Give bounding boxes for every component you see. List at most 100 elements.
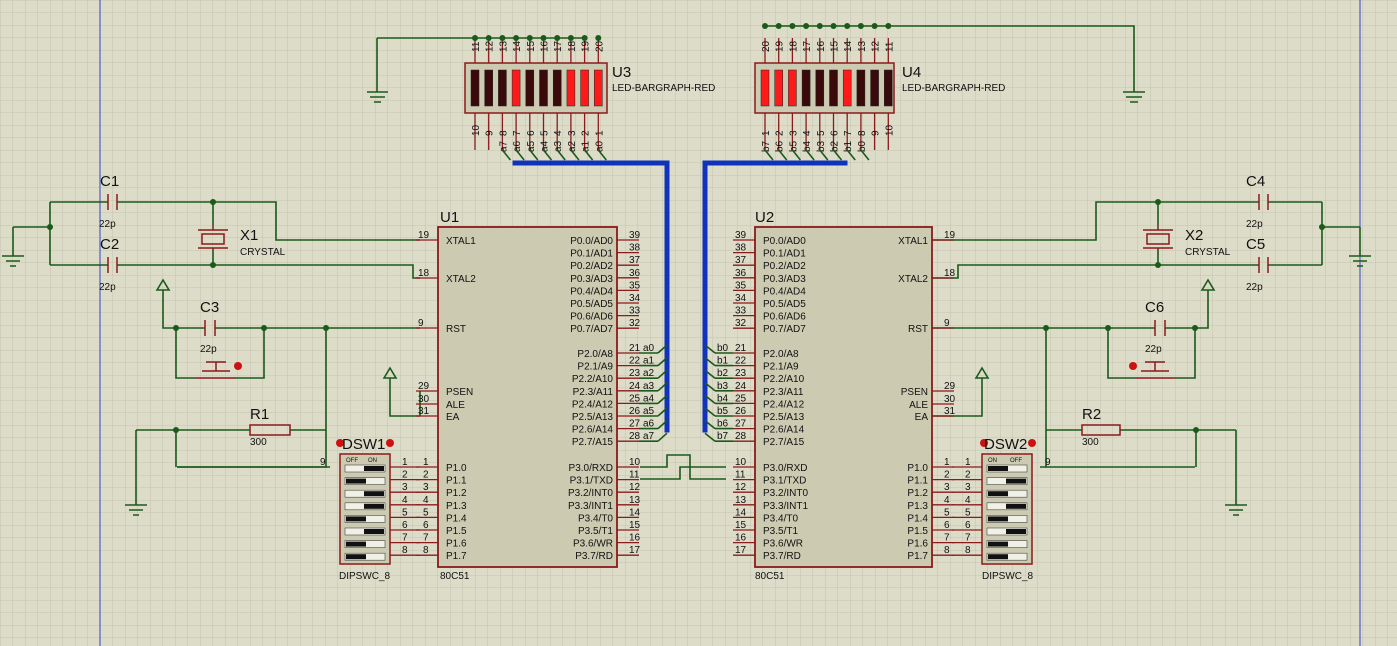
u4-pin-number: 18 bbox=[788, 40, 799, 52]
dsw2-switch-knob[interactable] bbox=[1006, 503, 1026, 509]
u3-pin-number: 11 bbox=[471, 41, 482, 52]
u3-pin-number: 14 bbox=[512, 40, 523, 52]
dsw2-pin-number: 8 bbox=[965, 545, 971, 556]
u3-pin-number: 20 bbox=[594, 40, 605, 52]
net-label-a: a3 bbox=[643, 381, 655, 392]
u3-pin-number: 4 bbox=[553, 130, 564, 136]
u2-pin-label: P3.3/INT1 bbox=[763, 501, 808, 512]
u3-led-segment bbox=[580, 69, 589, 107]
u1-pin-number: 39 bbox=[629, 230, 641, 241]
dsw1-switch-knob[interactable] bbox=[364, 503, 384, 509]
dsw2-switch-knob[interactable] bbox=[1006, 478, 1026, 484]
u1-pin-label: PSEN bbox=[446, 387, 473, 398]
button-active-icon bbox=[1129, 362, 1137, 370]
dsw2-ref: DSW2 bbox=[984, 436, 1027, 453]
dsw1-on-label: ON bbox=[368, 458, 377, 464]
u1-pin-number: 29 bbox=[418, 381, 430, 392]
u2-pin-label: P1.0 bbox=[907, 463, 928, 474]
x1-type: CRYSTAL bbox=[240, 247, 286, 258]
dsw1-switch-knob[interactable] bbox=[346, 516, 366, 522]
u1-pin-label: P1.0 bbox=[446, 463, 467, 474]
dsw2-switch-knob[interactable] bbox=[988, 491, 1008, 497]
dsw2-switch-knob[interactable] bbox=[988, 554, 1008, 560]
u4-net-label: b2 bbox=[830, 140, 841, 152]
dsw1-switch-knob[interactable] bbox=[364, 466, 384, 471]
u4-type: LED-BARGRAPH-RED bbox=[902, 83, 1005, 94]
net-label-a: a4 bbox=[643, 393, 655, 404]
u2-pin-number: 6 bbox=[944, 520, 950, 531]
u2-pin-label: P2.1/A9 bbox=[763, 362, 799, 373]
u3-led-segment bbox=[484, 69, 493, 107]
dsw1-switch-knob[interactable] bbox=[364, 529, 384, 534]
u1-pin-label: P3.6/WR bbox=[573, 539, 613, 550]
dsw1-pin-number: 8 bbox=[402, 545, 408, 556]
dsw1-switch-knob[interactable] bbox=[346, 478, 366, 484]
u2-pin-number: 5 bbox=[944, 507, 950, 518]
dsw1-marker-icon bbox=[386, 439, 394, 447]
dsw2-pin9: 9 bbox=[1045, 457, 1051, 468]
u4-pin-number: 8 bbox=[857, 130, 868, 136]
u1-pin-label: P1.3 bbox=[446, 501, 467, 512]
u3-pin-number: 13 bbox=[498, 40, 509, 52]
u3-junction bbox=[513, 35, 520, 41]
u2-pin-label: P2.7/A15 bbox=[763, 437, 805, 448]
u2-pin-label: P3.7/RD bbox=[763, 551, 801, 562]
u3-junction bbox=[540, 35, 547, 41]
u1-pin-label: P2.3/A11 bbox=[573, 387, 614, 398]
u2-pin-label: P1.7 bbox=[907, 551, 928, 562]
u2-pin-number: 27 bbox=[735, 419, 747, 430]
u4-led-segment bbox=[774, 69, 783, 107]
net-label-b: b5 bbox=[717, 406, 729, 417]
u2-pin-label: P2.5/A13 bbox=[763, 412, 805, 423]
u1-pin-number: 38 bbox=[629, 243, 641, 254]
u1-pin-number: 35 bbox=[629, 280, 641, 291]
u1-pin-number: 25 bbox=[629, 393, 641, 404]
u1-pin-label: P3.2/INT0 bbox=[568, 488, 613, 499]
r1-value: 300 bbox=[250, 437, 267, 448]
u1-pin-label: P3.4/T0 bbox=[578, 513, 613, 524]
u2-pin-label: P0.1/AD1 bbox=[763, 249, 806, 260]
u4-pin-number: 13 bbox=[857, 40, 868, 52]
u4-junction bbox=[789, 23, 796, 29]
u1-pin-label: EA bbox=[446, 412, 460, 423]
u3-pin-number: 1 bbox=[594, 130, 605, 136]
dsw2-pin-number: 7 bbox=[965, 533, 971, 544]
net-label-a: a6 bbox=[643, 419, 655, 430]
u1-pin-label: P0.5/AD5 bbox=[570, 299, 613, 310]
u4-led-segment bbox=[815, 69, 825, 107]
dsw1-switch-knob[interactable] bbox=[346, 554, 366, 560]
dsw2-switch-knob[interactable] bbox=[988, 466, 1008, 471]
u2-pin-label: P1.2 bbox=[907, 488, 928, 499]
u1-pin-label: P0.3/AD3 bbox=[570, 274, 613, 285]
u1-pin-label: P0.0/AD0 bbox=[570, 236, 613, 247]
dsw2-switch-knob[interactable] bbox=[988, 541, 1008, 547]
dsw1-switch-knob[interactable] bbox=[364, 491, 384, 497]
dsw2-switch-knob[interactable] bbox=[988, 516, 1008, 522]
u3-led-segment bbox=[566, 69, 576, 107]
u3-net-label: a3 bbox=[553, 140, 564, 152]
u1-pin-number: 6 bbox=[423, 520, 429, 531]
u1-pin-label: P3.3/INT1 bbox=[568, 501, 613, 512]
c5-value: 22p bbox=[1246, 282, 1263, 293]
u2-pin-number: 31 bbox=[944, 406, 956, 417]
u3-junction bbox=[554, 35, 561, 41]
u2-pin-label: P0.3/AD3 bbox=[763, 274, 806, 285]
dsw2-pin-number: 3 bbox=[965, 482, 971, 493]
x2-type: CRYSTAL bbox=[1185, 247, 1231, 258]
u3-net-label: a0 bbox=[594, 140, 605, 152]
dsw2-switch-knob[interactable] bbox=[1006, 529, 1026, 534]
u3-junction bbox=[499, 35, 506, 41]
u4-junction bbox=[775, 23, 782, 29]
u4-pin-number: 1 bbox=[761, 130, 772, 136]
u2-pin-number: 1 bbox=[944, 457, 950, 468]
u2-pin-label: XTAL2 bbox=[898, 274, 928, 285]
u1-pin-number: 21 bbox=[629, 343, 641, 354]
dsw1-switch-knob[interactable] bbox=[346, 541, 366, 547]
u2-pin-number: 8 bbox=[944, 545, 950, 556]
u2-pin-number: 12 bbox=[735, 482, 747, 493]
u1-pin-number: 15 bbox=[629, 520, 641, 531]
u1-pin-label: P3.0/RXD bbox=[569, 463, 613, 474]
u1-pin-number: 32 bbox=[629, 318, 641, 329]
schematic-canvas[interactable]: P0.0/AD039P0.1/AD138P0.2/AD237P0.3/AD336… bbox=[0, 0, 1397, 646]
u2-pin-number: 22 bbox=[735, 356, 747, 367]
